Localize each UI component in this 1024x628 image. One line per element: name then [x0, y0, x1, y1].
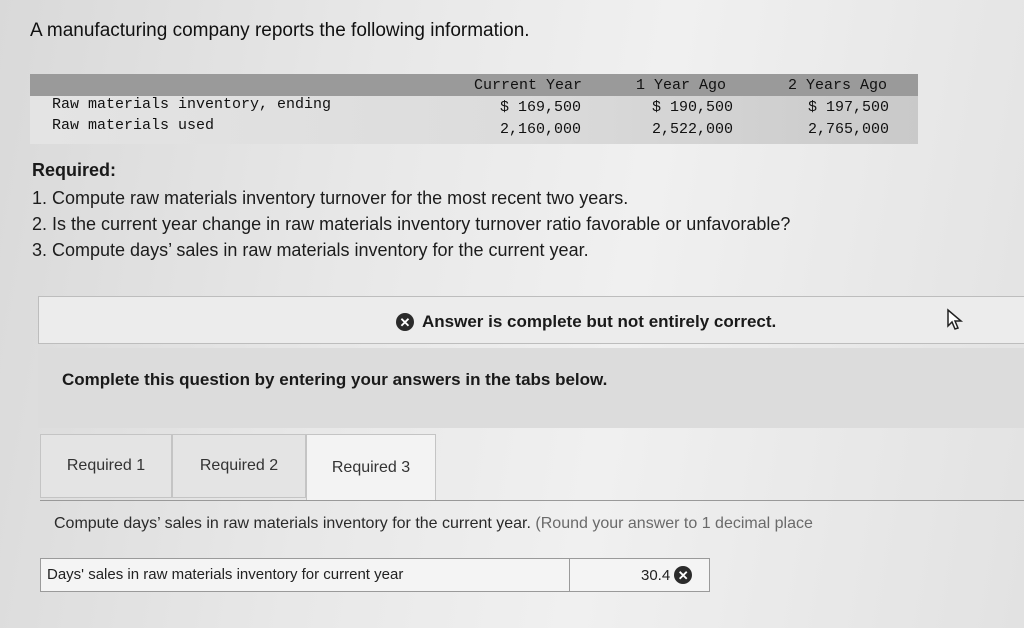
row-label-inventory: Raw materials inventory, ending [52, 96, 332, 113]
task-note: (Round your answer to 1 decimal place [535, 515, 813, 532]
tab-required-1[interactable]: Required 1 [40, 434, 172, 498]
task-instruction: Compute days’ sales in raw materials inv… [54, 515, 813, 533]
feedback-text: Answer is complete but not entirely corr… [422, 312, 777, 331]
col-header-2-years-ago: 2 Years Ago [788, 77, 888, 94]
col-header-current: Current Year [474, 77, 583, 94]
cell-used-2-years: 2,765,000 [808, 121, 890, 138]
required-item-3: 3. Compute days’ sales in raw materials … [32, 240, 589, 260]
cell-used-1-year: 2,522,000 [652, 121, 734, 138]
tab-label: Required 2 [199, 457, 279, 474]
answer-label: Days' sales in raw materials inventory f… [47, 566, 404, 583]
feedback-message: ✕ Answer is complete but not entirely co… [396, 312, 776, 332]
required-item-2: 2. Is the current year change in raw mat… [32, 214, 791, 234]
required-title: Required: [32, 160, 117, 180]
tab-required-2[interactable]: Required 2 [172, 434, 306, 498]
mouse-cursor-icon [947, 308, 964, 330]
row-label-used: Raw materials used [52, 117, 215, 134]
answer-field[interactable]: 30.4 ✕ [641, 566, 693, 584]
instructions-text: Complete this question by entering your … [62, 370, 608, 389]
intro-text: A manufacturing company reports the foll… [30, 20, 530, 41]
cell-inventory-2-years: $ 197,500 [808, 99, 890, 116]
x-circle-icon: ✕ [396, 313, 414, 331]
tab-label: Required 1 [66, 457, 146, 474]
tab-divider [40, 500, 1024, 501]
answer-divider [569, 559, 570, 591]
task-text: Compute days’ sales in raw materials inv… [54, 515, 531, 532]
tab-bar: Required 1 Required 2 Required 3 [40, 434, 1024, 500]
required-item-1: 1. Compute raw materials inventory turno… [32, 188, 629, 208]
tab-required-3[interactable]: Required 3 [306, 434, 436, 500]
cell-inventory-1-year: $ 190,500 [652, 99, 734, 116]
cell-used-current: 2,160,000 [500, 121, 582, 138]
x-circle-icon: ✕ [674, 566, 693, 584]
cell-inventory-current: $ 169,500 [500, 99, 582, 116]
answer-value: 30.4 [641, 566, 671, 584]
col-header-1-year-ago: 1 Year Ago [636, 77, 727, 94]
data-table: Current Year 1 Year Ago 2 Years Ago Raw … [30, 74, 918, 144]
answer-row: Days' sales in raw materials inventory f… [40, 558, 710, 592]
tab-label: Required 3 [331, 458, 411, 476]
